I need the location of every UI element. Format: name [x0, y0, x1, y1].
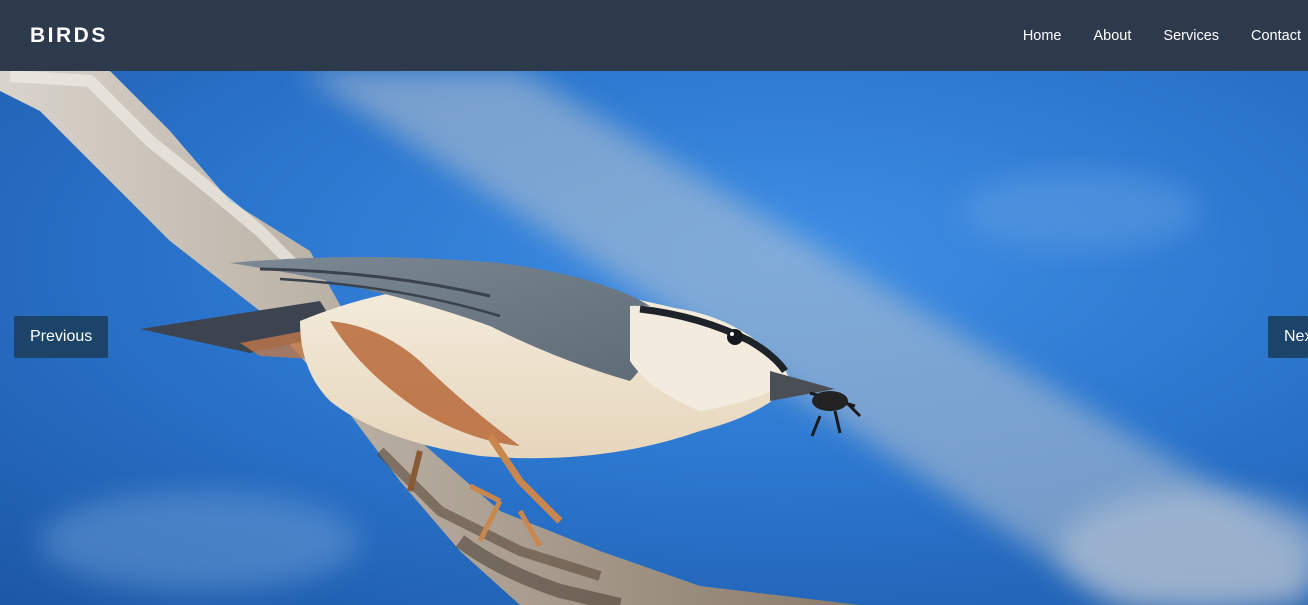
nav-links: Home About Services Contact [991, 28, 1301, 44]
nav-link-services[interactable]: Services [1163, 28, 1219, 44]
next-button[interactable]: Next [1268, 316, 1308, 358]
nav-link-contact[interactable]: Contact [1251, 28, 1301, 44]
bird-photo [0, 71, 1308, 605]
brand-logo[interactable]: BIRDS [30, 24, 108, 48]
previous-button[interactable]: Previous [14, 316, 108, 358]
hero-slide: Previous Next [0, 71, 1308, 605]
nav-link-about[interactable]: About [1094, 28, 1132, 44]
navbar: BIRDS Home About Services Contact [0, 0, 1308, 71]
nav-link-home[interactable]: Home [1023, 28, 1062, 44]
